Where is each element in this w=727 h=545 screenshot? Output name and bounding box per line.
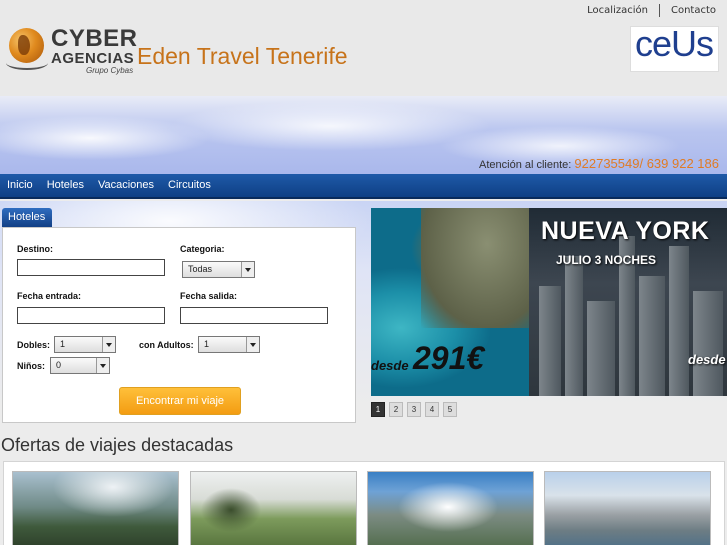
ninos-select[interactable]: 0 bbox=[50, 357, 110, 374]
fecha-entrada-label: Fecha entrada: bbox=[17, 291, 82, 301]
offer-image bbox=[368, 472, 533, 545]
chevron-down-icon bbox=[246, 337, 259, 352]
nav-item-inicio[interactable]: Inicio bbox=[0, 174, 40, 191]
chevron-down-icon bbox=[102, 337, 115, 352]
nav-item-circuitos[interactable]: Circuitos bbox=[161, 174, 218, 191]
offer-card[interactable] bbox=[544, 471, 711, 545]
destino-input[interactable] bbox=[17, 259, 165, 276]
offer-image bbox=[13, 472, 178, 545]
banner-pager: 1 2 3 4 5 bbox=[371, 402, 461, 417]
link-localizacion[interactable]: Localización bbox=[587, 5, 648, 16]
adultos-select-value: 1 bbox=[204, 339, 210, 349]
pager-page-1[interactable]: 1 bbox=[371, 402, 385, 417]
categoria-select[interactable]: Todas bbox=[182, 261, 255, 278]
logo-text-cyber[interactable]: CYBER bbox=[51, 27, 138, 51]
top-links-divider bbox=[658, 4, 660, 17]
ninos-label: Niños: bbox=[17, 361, 45, 371]
dobles-select-value: 1 bbox=[60, 339, 66, 349]
categoria-select-value: Todas bbox=[188, 264, 213, 274]
offers-heading: Ofertas de viajes destacadas bbox=[1, 435, 234, 455]
promo-banner[interactable]: NUEVA YORK JULIO 3 NOCHES desde 291€ des… bbox=[371, 208, 727, 396]
nav-item-vacaciones[interactable]: Vacaciones bbox=[91, 174, 161, 191]
pager-page-3[interactable]: 3 bbox=[407, 402, 421, 417]
fecha-salida-input[interactable] bbox=[180, 307, 328, 324]
offer-image bbox=[191, 472, 356, 545]
header: Localización Contacto CYBER AGENCIAS Gru… bbox=[0, 0, 727, 96]
adultos-label: con Adultos: bbox=[139, 340, 194, 350]
logo-text-agencias[interactable]: AGENCIAS bbox=[51, 51, 134, 66]
link-contacto[interactable]: Contacto bbox=[671, 5, 716, 16]
offer-image bbox=[545, 472, 710, 545]
fecha-entrada-input[interactable] bbox=[17, 307, 165, 324]
banner-desde-right: desde bbox=[688, 352, 726, 367]
ceus-partner-logo[interactable]: ceUs bbox=[630, 23, 719, 72]
customer-service-label: Atención al cliente: bbox=[479, 159, 572, 171]
tab-hoteles[interactable]: Hoteles bbox=[2, 208, 52, 227]
logo-text-grupo: Grupo Cybas bbox=[86, 66, 134, 75]
pager-page-5[interactable]: 5 bbox=[443, 402, 457, 417]
hotel-search-form: Destino: Categoria: Todas Fecha entrada:… bbox=[2, 227, 356, 423]
banner-title: NUEVA YORK bbox=[541, 217, 710, 245]
site-title: Eden Travel Tenerife bbox=[137, 43, 348, 69]
customer-service: Atención al cliente: 922735549/ 639 922 … bbox=[479, 156, 719, 171]
destino-label: Destino: bbox=[17, 244, 53, 254]
top-links: Localización Contacto bbox=[587, 4, 716, 17]
banner-subtitle: JULIO 3 NOCHES bbox=[556, 253, 657, 267]
categoria-label: Categoria: bbox=[180, 244, 225, 254]
offer-card[interactable] bbox=[12, 471, 179, 545]
customer-service-phones: 922735549/ 639 922 186 bbox=[574, 156, 719, 171]
main-nav: Inicio Hoteles Vacaciones Circuitos bbox=[0, 174, 727, 199]
logo-ring bbox=[6, 56, 48, 70]
encontrar-viaje-button[interactable]: Encontrar mi viaje bbox=[119, 387, 241, 415]
chevron-down-icon bbox=[96, 358, 109, 373]
fecha-salida-label: Fecha salida: bbox=[180, 291, 238, 301]
pager-page-2[interactable]: 2 bbox=[389, 402, 403, 417]
ceus-logo-text: ceUs bbox=[635, 23, 714, 64]
ninos-select-value: 0 bbox=[56, 360, 62, 370]
banner-price: 291€ bbox=[413, 340, 485, 376]
banner-desde-left: desde bbox=[371, 358, 409, 373]
sky-banner: Atención al cliente: 922735549/ 639 922 … bbox=[0, 96, 727, 174]
adultos-select[interactable]: 1 bbox=[198, 336, 260, 353]
pager-page-4[interactable]: 4 bbox=[425, 402, 439, 417]
offer-card[interactable] bbox=[367, 471, 534, 545]
nav-item-hoteles[interactable]: Hoteles bbox=[40, 174, 91, 191]
offer-card[interactable] bbox=[190, 471, 357, 545]
chevron-down-icon bbox=[241, 262, 254, 277]
dobles-label: Dobles: bbox=[17, 340, 51, 350]
dobles-select[interactable]: 1 bbox=[54, 336, 116, 353]
